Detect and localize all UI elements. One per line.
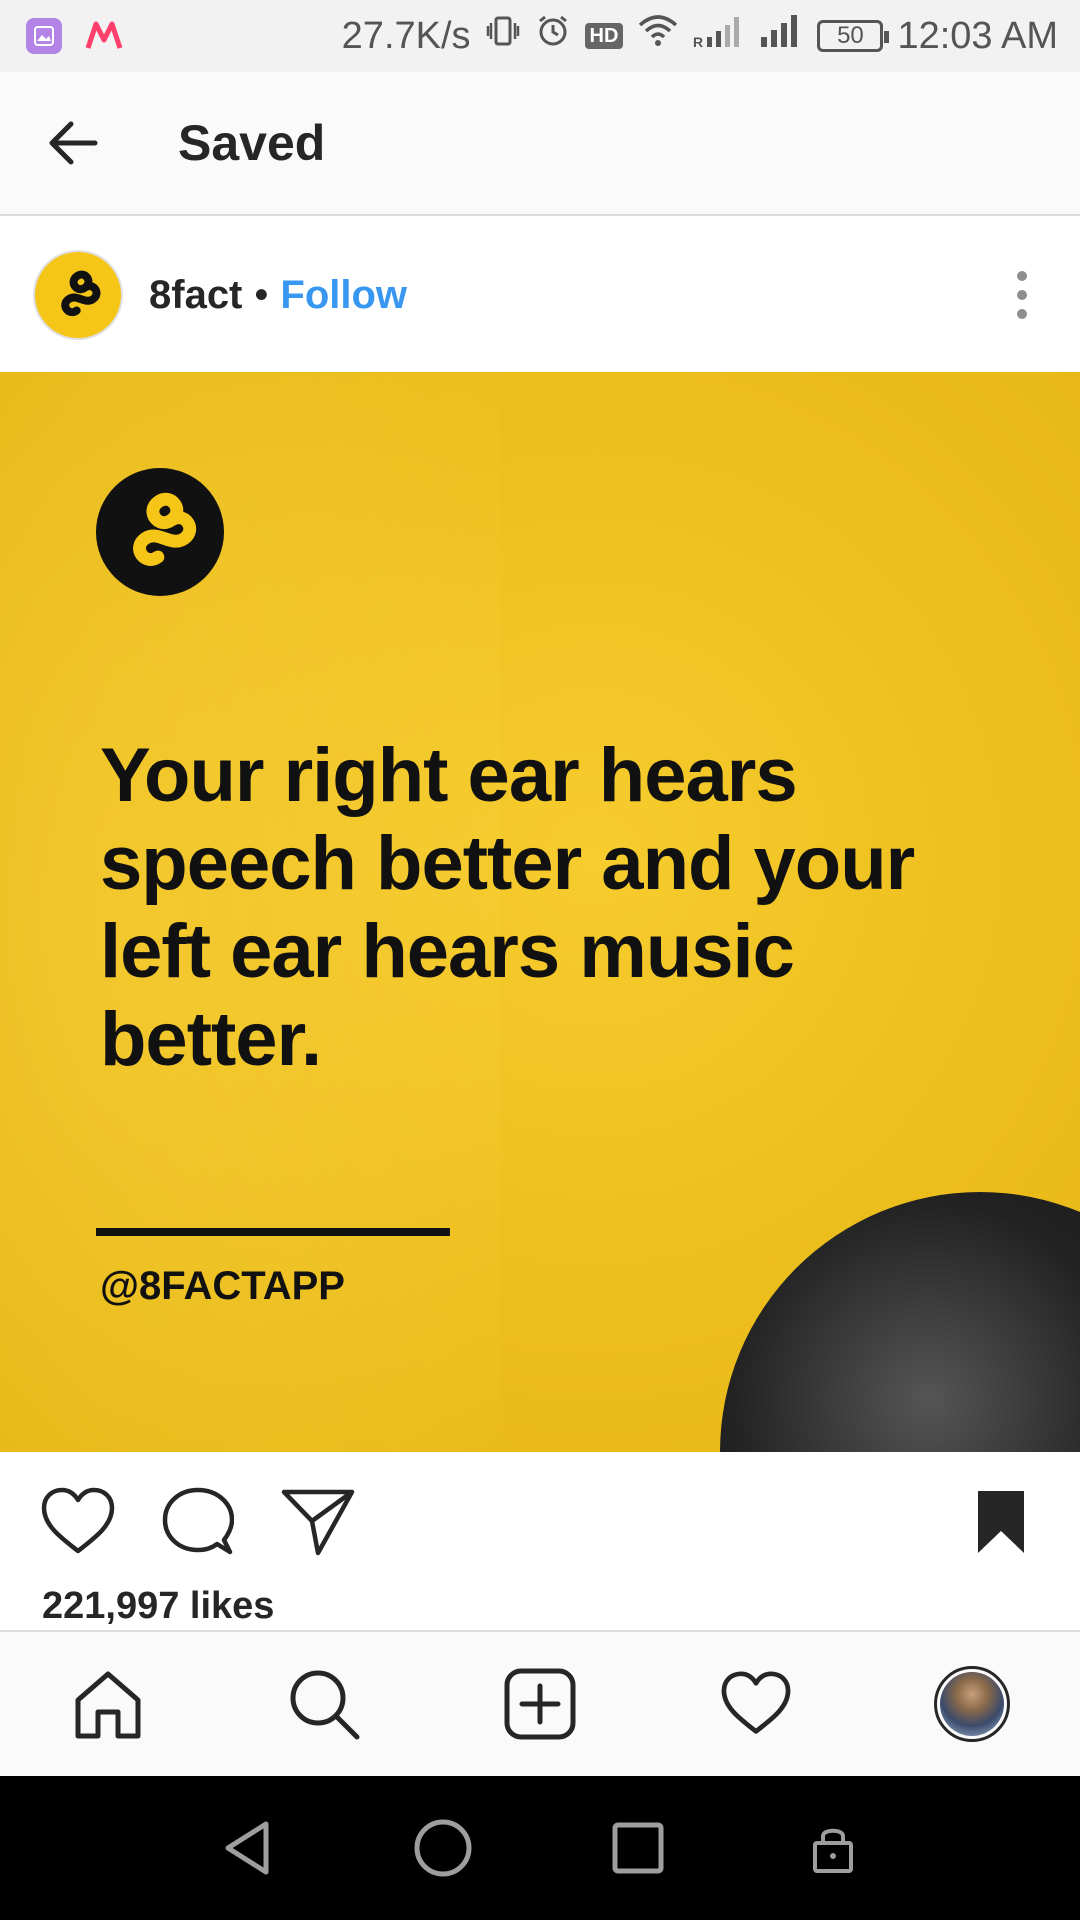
- system-lock-button[interactable]: [788, 1803, 878, 1893]
- profile-photo: [940, 1672, 1004, 1736]
- post-actions: [0, 1452, 1080, 1592]
- fact-handle: @8FACTAPP: [100, 1264, 345, 1308]
- fact-text: Your right ear hears speech better and y…: [100, 733, 915, 1082]
- arrow-left-icon: [49, 121, 98, 165]
- system-recents-button[interactable]: [593, 1803, 683, 1893]
- separator-dot: •: [254, 272, 269, 317]
- 8fact-logo-icon: [133, 492, 197, 566]
- author-avatar[interactable]: [33, 250, 123, 340]
- nav-activity-button[interactable]: [706, 1654, 806, 1754]
- svg-text:R: R: [693, 34, 703, 49]
- wifi-icon: [637, 13, 679, 59]
- like-button[interactable]: [33, 1477, 123, 1567]
- page-title: Saved: [178, 115, 326, 171]
- network-speed: 27.7K/s: [341, 14, 471, 57]
- profile-avatar: [934, 1666, 1010, 1742]
- nav-profile-button[interactable]: [922, 1654, 1022, 1754]
- nav-search-button[interactable]: [274, 1654, 374, 1754]
- battery-icon: 50: [817, 20, 890, 52]
- bottom-navigation: [0, 1630, 1080, 1776]
- bookmark-filled-icon: [978, 1491, 1024, 1553]
- home-icon: [75, 1671, 141, 1739]
- image-dark-corner: [720, 1192, 1080, 1452]
- more-options-button[interactable]: [1002, 255, 1042, 335]
- myntra-app-icon: [84, 18, 124, 54]
- system-navigation-bar: [0, 1776, 1080, 1920]
- comment-button[interactable]: [153, 1477, 243, 1567]
- hd-icon: HD: [584, 23, 624, 49]
- nav-home-button[interactable]: [58, 1654, 158, 1754]
- author-username[interactable]: 8fact: [149, 273, 242, 318]
- back-triangle-icon: [225, 1821, 268, 1875]
- home-circle-icon: [414, 1819, 471, 1877]
- search-icon: [290, 1670, 360, 1740]
- back-button[interactable]: [18, 88, 128, 198]
- save-button[interactable]: [956, 1477, 1046, 1567]
- follow-button[interactable]: Follow: [280, 273, 407, 318]
- 8fact-logo-icon: [61, 270, 101, 316]
- share-button[interactable]: [273, 1477, 363, 1567]
- battery-level: 50: [837, 22, 864, 49]
- signal-icon: [759, 13, 803, 59]
- gallery-app-icon: [26, 18, 62, 54]
- send-icon: [281, 1489, 355, 1556]
- alarm-icon: [535, 13, 571, 59]
- 8fact-logo: [96, 468, 224, 596]
- system-back-button[interactable]: [203, 1803, 293, 1893]
- comment-icon: [162, 1487, 234, 1555]
- activity-heart-icon: [721, 1671, 791, 1734]
- status-bar: 27.7K/s HD R 50 12:03 AM: [0, 0, 1080, 72]
- post-image[interactable]: Your right ear hears speech better and y…: [0, 372, 1080, 1452]
- system-home-button[interactable]: [398, 1803, 488, 1893]
- heart-icon: [41, 1487, 115, 1554]
- signal-icon: R: [693, 13, 745, 59]
- vibrate-icon: [485, 13, 521, 59]
- post-header: 8fact • Follow: [0, 218, 1080, 372]
- clock: 12:03 AM: [897, 14, 1058, 57]
- lock-icon: [812, 1828, 853, 1873]
- likes-count[interactable]: 221,997 likes: [42, 1585, 274, 1628]
- more-vertical-icon: [1017, 271, 1027, 319]
- fact-divider: [96, 1228, 450, 1236]
- nav-add-post-button[interactable]: [490, 1654, 590, 1754]
- top-app-bar: Saved: [0, 72, 1080, 216]
- recents-square-icon: [612, 1822, 663, 1874]
- add-post-icon: [504, 1668, 576, 1740]
